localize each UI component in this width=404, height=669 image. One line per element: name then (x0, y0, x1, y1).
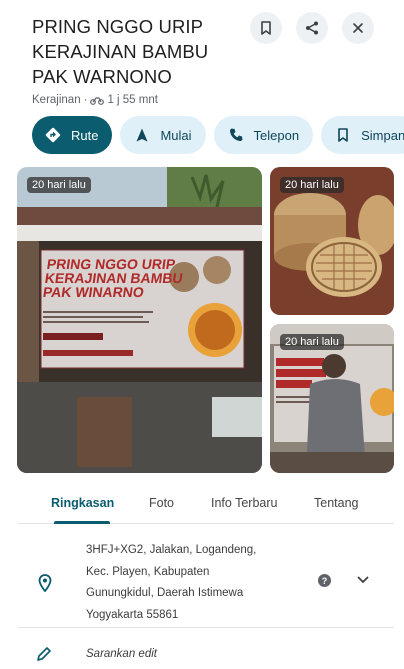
place-title: PRING NGGO URIP KERAJINAN BAMBU PAK WARN… (32, 16, 209, 87)
address-line: Yogyakarta 55861 (86, 608, 179, 621)
place-subtitle: Kerajinan · 1 j 55 mnt (32, 94, 158, 106)
action-chips: Rute Mulai Telepon Simpan (32, 116, 404, 154)
navigation-arrow-icon (136, 128, 148, 142)
photo-banner-man[interactable]: 20 hari lalu (270, 324, 394, 473)
share-icon (306, 21, 318, 35)
address-line: Gunungkidul, Daerah Istimewa (86, 587, 244, 599)
banner-text: PRING NGGO URIP KERAJINAN BAMBU PAK WINA… (41, 256, 198, 300)
photo-workshop[interactable]: PRING NGGO URIP KERAJINAN BAMBU PAK WINA… (17, 167, 262, 473)
tab-photos[interactable]: Foto (149, 496, 174, 510)
close-button[interactable] (342, 12, 374, 44)
tab-overview[interactable]: Ringkasan (51, 496, 114, 510)
separator: · (83, 94, 88, 106)
save-label: Simpan (361, 127, 404, 143)
tab-updates[interactable]: Info Terbaru (211, 496, 277, 510)
save-header-button[interactable] (250, 12, 282, 44)
phone-icon (229, 128, 243, 141)
directions-icon (45, 127, 61, 143)
bookmark-icon (261, 21, 271, 35)
photo-bamboo-steamer[interactable]: 20 hari lalu (270, 167, 394, 315)
photo-age-badge: 20 hari lalu (280, 177, 344, 193)
photo-age-badge: 20 hari lalu (280, 334, 344, 350)
banner-line-3: PAK WINARNO (41, 284, 146, 300)
suggest-edit-label: Sarankan edit (86, 648, 157, 660)
active-tab-indicator (54, 521, 110, 524)
save-button[interactable]: Simpan (321, 116, 404, 154)
photo-age-badge: 20 hari lalu (27, 177, 91, 193)
suggest-edit-row[interactable]: Sarankan edit (18, 636, 394, 669)
pencil-icon (37, 647, 51, 661)
workshop-photo-image (17, 167, 262, 473)
chevron-down-icon[interactable] (357, 575, 369, 585)
location-pin-icon (38, 574, 52, 592)
address-row[interactable]: 3HFJ+XG2, Jalakan, Logandeng, Kec. Playe… (18, 532, 394, 628)
start-label: Mulai (160, 127, 192, 143)
motorbike-icon (90, 97, 105, 105)
start-button[interactable]: Mulai (120, 116, 206, 154)
bookmark-icon (338, 128, 348, 142)
address-line: 3HFJ+XG2, Jalakan, Logandeng, (86, 544, 257, 556)
directions-label: Rute (71, 127, 99, 143)
address-line: Kec. Playen, Kabupaten (86, 565, 210, 578)
address-text: 3HFJ+XG2, Jalakan, Logandeng, Kec. Playe… (86, 540, 286, 626)
tab-about[interactable]: Tentang (314, 496, 358, 510)
tab-bar: Ringkasan Foto Info Terbaru Tentang (18, 488, 394, 524)
share-button[interactable] (296, 12, 328, 44)
banner-line-2: KERAJINAN BAMBU (43, 270, 184, 286)
call-button[interactable]: Telepon (213, 116, 314, 154)
banner-line-1: PRING NGGO URIP (45, 256, 177, 272)
call-label: Telepon (253, 127, 300, 143)
directions-button[interactable]: Rute (32, 116, 113, 154)
category-label: Kerajinan (32, 94, 81, 106)
close-icon (353, 23, 363, 33)
travel-time: 1 j 55 mnt (107, 94, 158, 106)
plus-code-help-icon[interactable]: ? (318, 574, 331, 587)
